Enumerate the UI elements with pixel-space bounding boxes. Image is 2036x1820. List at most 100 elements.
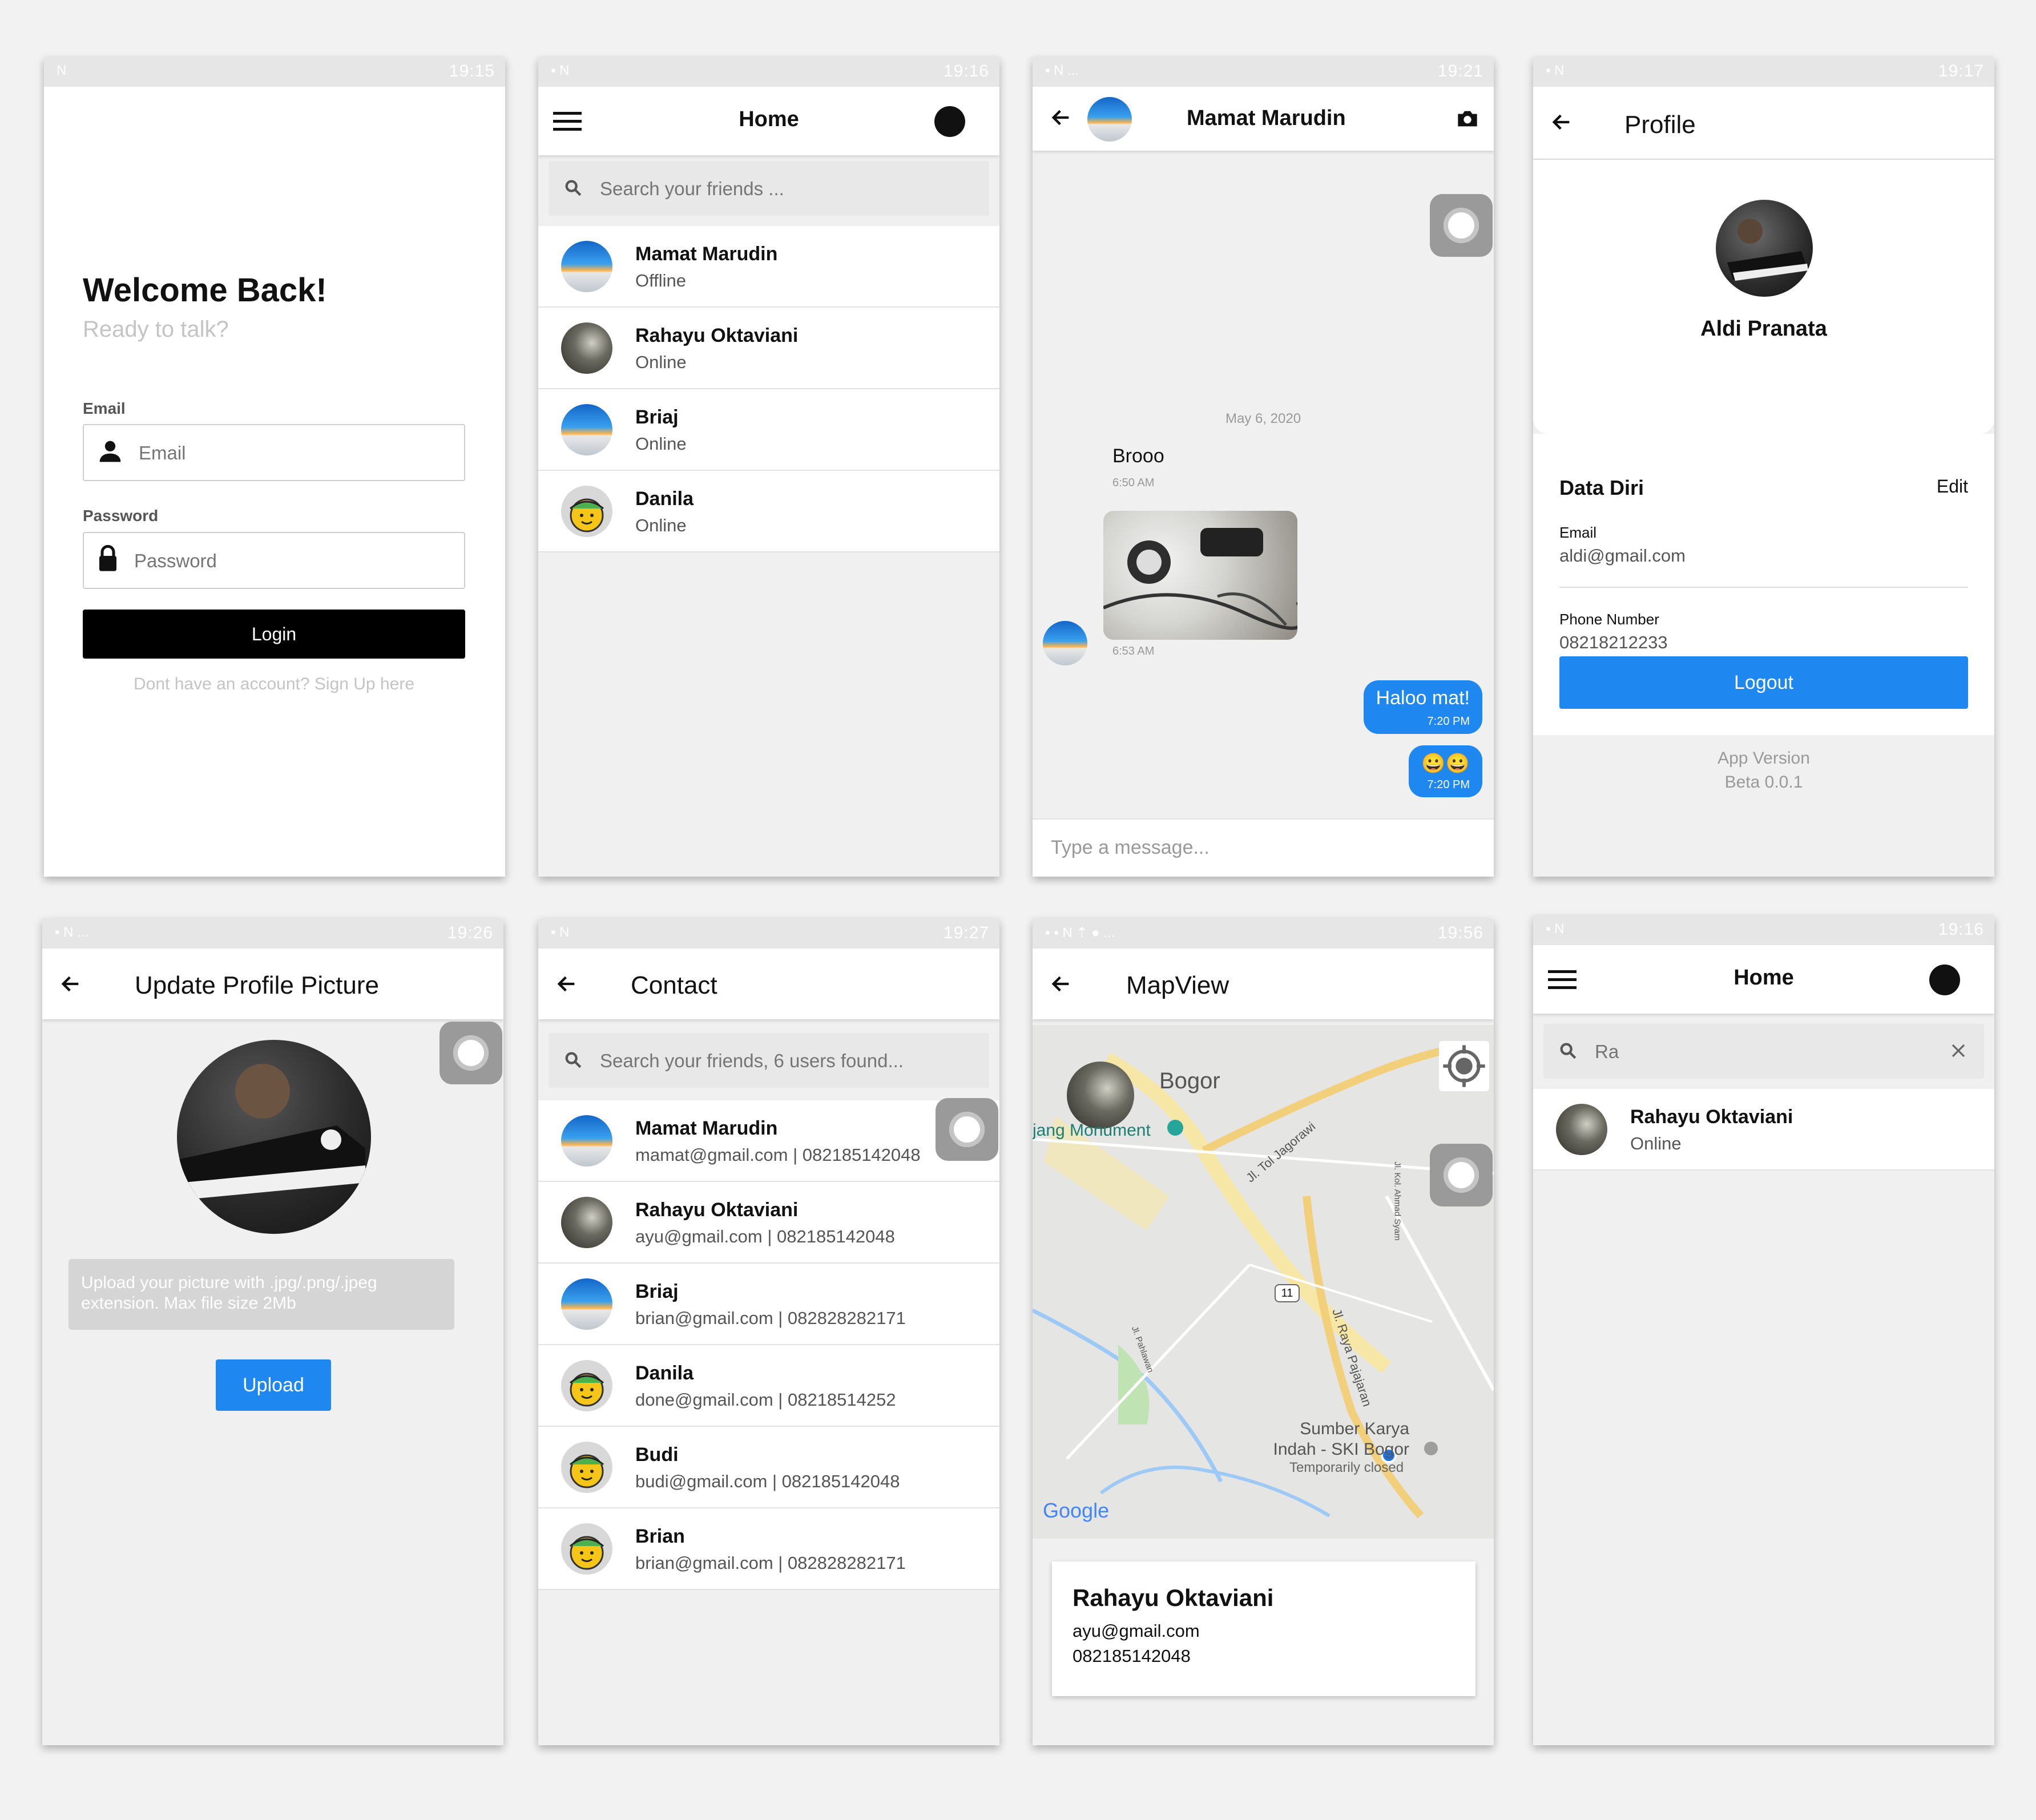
profile-picture-preview: [177, 1040, 371, 1234]
phone-value: 08218212233: [1559, 632, 1668, 652]
list-item[interactable]: Briaj Online: [538, 389, 999, 471]
email-placeholder: Email: [139, 442, 186, 463]
list-item[interactable]: Budi budi@gmail.com | 082185142048: [538, 1427, 999, 1508]
search-results: Rahayu Oktaviani Online: [1533, 1089, 1994, 1171]
floating-bubble[interactable]: [1430, 1144, 1493, 1206]
page-title: MapView: [1126, 971, 1229, 999]
upload-button[interactable]: Upload: [216, 1359, 331, 1411]
card-email: ayu@gmail.com: [1073, 1621, 1200, 1641]
arrow-left-icon[interactable]: [1050, 972, 1073, 995]
avatar: [561, 241, 612, 292]
list-item[interactable]: Mamat Marudin Offline: [538, 226, 999, 308]
edit-button[interactable]: Edit: [1937, 476, 1968, 497]
status-bar: ▪ ▪ N ⇡ ● ... 19:56: [1033, 919, 1494, 949]
app-bar: Update Profile Picture: [42, 949, 503, 1019]
search-input[interactable]: Search your friends ...: [549, 161, 989, 216]
page-title: Profile: [1624, 111, 1696, 139]
login-button[interactable]: Login: [83, 610, 465, 659]
profile-screen: ▪ N 19:17 Profile Aldi Pranata Data Diri …: [1533, 57, 1994, 877]
arrow-left-icon[interactable]: [555, 972, 578, 995]
lock-icon: [99, 544, 116, 571]
profile-header-card: Aldi Pranata: [1533, 160, 1994, 434]
avatar: [561, 1360, 612, 1411]
contact-screen: ▪ N 19:27 Contact Search your friends, 6 …: [538, 919, 999, 1745]
password-field[interactable]: Password: [83, 532, 465, 589]
arrow-left-icon[interactable]: [59, 972, 82, 995]
floating-bubble[interactable]: [936, 1098, 998, 1161]
avatar: [1043, 621, 1087, 665]
page-title: Home: [1733, 966, 1794, 990]
image-message[interactable]: [1103, 511, 1297, 640]
contacts-list: Mamat Marudin mamat@gmail.com | 082185142…: [538, 1100, 999, 1590]
floating-bubble[interactable]: [440, 1022, 502, 1084]
status-bar: ▪ N 19:27: [538, 919, 999, 949]
floating-bubble[interactable]: [1430, 194, 1493, 257]
arrow-left-icon[interactable]: [1050, 106, 1073, 129]
list-item[interactable]: Rahayu Oktaviani ayu@gmail.com | 08218514…: [538, 1182, 999, 1264]
avatar: [561, 1197, 612, 1248]
avatar: [1087, 97, 1132, 142]
my-location-icon: [1443, 1045, 1485, 1087]
list-item[interactable]: Rahayu Oktaviani Online: [1533, 1089, 1994, 1171]
route-badge: 11: [1275, 1284, 1300, 1302]
camera-icon[interactable]: [1456, 108, 1479, 129]
status-bar: ▪ N ... 19:21: [1033, 57, 1494, 87]
avatar: [561, 1278, 612, 1330]
list-item[interactable]: Danila done@gmail.com | 08218514252: [538, 1345, 999, 1427]
email-label: Email: [1559, 524, 1597, 541]
profile-name: Aldi Pranata: [1700, 317, 1827, 341]
arrow-left-icon[interactable]: [1550, 111, 1573, 134]
search-input[interactable]: Ra: [1543, 1024, 1984, 1079]
status-bar: ▪ N 19:16: [1533, 915, 1994, 945]
map-label-road: Jl. Kol. Ahmad Syam: [1392, 1161, 1402, 1241]
map-user-avatar[interactable]: [1067, 1062, 1134, 1129]
contact-info-card[interactable]: Rahayu Oktaviani ayu@gmail.com 082185142…: [1052, 1561, 1475, 1696]
list-item[interactable]: Danila Online: [538, 471, 999, 552]
page-title: Update Profile Picture: [135, 971, 379, 999]
avatar: [561, 404, 612, 455]
list-item[interactable]: Mamat Marudin mamat@gmail.com | 082185142…: [538, 1100, 999, 1182]
signup-link[interactable]: Dont have an account? Sign Up here: [83, 675, 465, 694]
avatar: [561, 486, 612, 537]
section-title: Data Diri: [1559, 476, 1644, 499]
search-icon: [1560, 1043, 1577, 1059]
map-label-monument: jang Monument: [1033, 1121, 1151, 1140]
avatar: [561, 1523, 612, 1575]
update-picture-screen: ▪ N ... 19:26 Update Profile Picture Uplo…: [42, 919, 503, 1745]
chat-title: Mamat Marudin: [1187, 106, 1346, 130]
avatar: [1716, 200, 1813, 297]
google-logo: Google: [1043, 1499, 1110, 1522]
message-bubble: Brooo 6:50 AM: [1112, 445, 1164, 489]
search-input[interactable]: Search your friends, 6 users found...: [549, 1033, 989, 1088]
list-item[interactable]: Brian brian@gmail.com | 082828282171: [538, 1508, 999, 1590]
divider: [1559, 587, 1968, 588]
welcome-subtitle: Ready to talk?: [83, 317, 229, 342]
account-circle-icon[interactable]: [934, 106, 965, 137]
home-search-screen: ▪ N 19:16 Home Ra Rahayu Oktaviani Online: [1533, 915, 1994, 1745]
list-item[interactable]: Rahayu Oktaviani Online: [538, 308, 999, 389]
avatar: [1556, 1104, 1607, 1155]
message-bubble-sent: Haloo mat! 7:20 PM: [1363, 680, 1482, 734]
message-input[interactable]: Type a message...: [1033, 818, 1494, 877]
close-icon[interactable]: [1950, 1042, 1967, 1059]
my-location-button[interactable]: [1439, 1041, 1489, 1091]
app-bar: Home: [538, 87, 999, 155]
version-label: App Version: [1718, 749, 1810, 768]
account-circle-icon[interactable]: [1929, 965, 1960, 995]
card-phone: 082185142048: [1073, 1646, 1191, 1666]
map-label-poi: Sumber Karya Indah - SKI Bogor: [1273, 1419, 1409, 1459]
status-bar: ▪ N ... 19:26: [42, 919, 503, 949]
password-placeholder: Password: [134, 550, 217, 571]
email-field[interactable]: Email: [83, 424, 465, 481]
app-bar: MapView: [1033, 949, 1494, 1019]
list-item[interactable]: Briaj brian@gmail.com | 082828282171: [538, 1264, 999, 1345]
map-screen: ▪ ▪ N ⇡ ● ... 19:56 MapView Bogor jang Mo…: [1033, 919, 1494, 1745]
logout-button[interactable]: Logout: [1559, 656, 1968, 709]
search-icon: [565, 180, 582, 196]
email-value: aldi@gmail.com: [1559, 546, 1686, 566]
map-view[interactable]: Bogor jang Monument Jl. Tol Jagorawi Jl.…: [1033, 1025, 1494, 1539]
app-bar: Contact: [538, 949, 999, 1019]
login-screen: N 19:15 Welcome Back! Ready to talk? Emai…: [44, 57, 505, 877]
version-value: Beta 0.0.1: [1724, 773, 1803, 792]
message-bubble-sent: 😀😀 7:20 PM: [1409, 745, 1482, 797]
